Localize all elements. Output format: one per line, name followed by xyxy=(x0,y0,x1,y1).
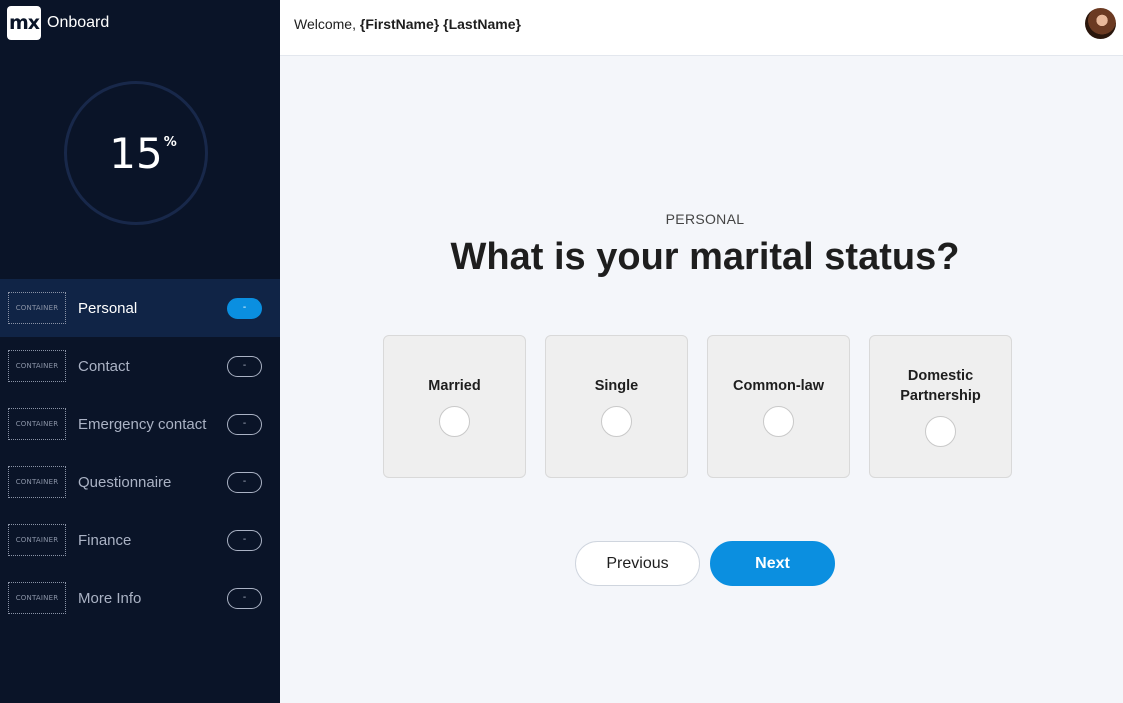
option-label: Domestic Partnership xyxy=(900,367,981,404)
topbar: Welcome, {FirstName} {LastName} xyxy=(280,0,1123,56)
mx-logo-icon: mx xyxy=(7,6,41,40)
container-placeholder: CONTAINER xyxy=(8,524,66,556)
progress-value: 15% xyxy=(109,128,176,178)
option-label: Married xyxy=(428,377,481,394)
status-badge: - xyxy=(227,355,262,377)
radio-button[interactable] xyxy=(763,406,794,438)
status-badge: - xyxy=(227,297,262,319)
option-common-law[interactable]: Common-law xyxy=(707,335,850,478)
main-content: PERSONAL What is your marital status? Ma… xyxy=(280,56,1123,703)
sidebar: mx Onboard 15% CONTAINER Personal - CONT… xyxy=(0,0,280,703)
marital-status-options: Married Single Common-law Domestic Partn… xyxy=(383,335,1012,478)
section-label: PERSONAL xyxy=(665,211,745,227)
nav-item-more-info[interactable]: CONTAINER More Info - xyxy=(0,569,280,627)
user-name: {FirstName} {LastName} xyxy=(359,16,521,32)
container-placeholder: CONTAINER xyxy=(8,582,66,614)
nav-item-personal[interactable]: CONTAINER Personal - xyxy=(0,279,280,337)
next-button[interactable]: Next xyxy=(710,541,835,586)
progress-number: 15 xyxy=(109,128,163,178)
nav-item-emergency-contact[interactable]: CONTAINER Emergency contact - xyxy=(0,395,280,453)
nav-item-label: Questionnaire xyxy=(78,473,172,491)
radio-button[interactable] xyxy=(439,406,470,438)
status-badge: - xyxy=(227,587,262,609)
nav-item-label: Personal xyxy=(78,299,138,317)
nav-item-label: Emergency contact xyxy=(78,415,207,433)
option-domestic-partnership[interactable]: Domestic Partnership xyxy=(869,335,1012,478)
container-placeholder: CONTAINER xyxy=(8,408,66,440)
question-title: What is your marital status? xyxy=(450,236,960,278)
progress-ring: 15% xyxy=(64,81,208,225)
container-placeholder: CONTAINER xyxy=(8,350,66,382)
option-single[interactable]: Single xyxy=(545,335,688,478)
status-badge: - xyxy=(227,413,262,435)
nav-item-label: Finance xyxy=(78,531,132,549)
welcome-message: Welcome, {FirstName} {LastName} xyxy=(294,16,521,32)
nav-item-questionnaire[interactable]: CONTAINER Questionnaire - xyxy=(0,453,280,511)
radio-button[interactable] xyxy=(925,416,956,448)
option-label: Common-law xyxy=(732,377,825,394)
progress-unit: % xyxy=(163,134,177,150)
brand[interactable]: mx Onboard xyxy=(7,6,109,40)
radio-button[interactable] xyxy=(601,406,632,438)
nav-item-label: More Info xyxy=(78,589,142,607)
option-married[interactable]: Married xyxy=(383,335,526,478)
status-badge: - xyxy=(227,471,262,493)
welcome-prefix: Welcome, xyxy=(294,16,360,32)
previous-button[interactable]: Previous xyxy=(575,541,700,586)
avatar[interactable] xyxy=(1085,8,1116,39)
step-nav: CONTAINER Personal - CONTAINER Contact -… xyxy=(0,279,280,627)
container-placeholder: CONTAINER xyxy=(8,466,66,498)
nav-item-label: Contact xyxy=(78,357,130,375)
nav-item-contact[interactable]: CONTAINER Contact - xyxy=(0,337,280,395)
container-placeholder: CONTAINER xyxy=(8,292,66,324)
option-label: Single xyxy=(594,377,639,394)
app-name: Onboard xyxy=(47,14,110,31)
status-badge: - xyxy=(227,529,262,551)
nav-item-finance[interactable]: CONTAINER Finance - xyxy=(0,511,280,569)
